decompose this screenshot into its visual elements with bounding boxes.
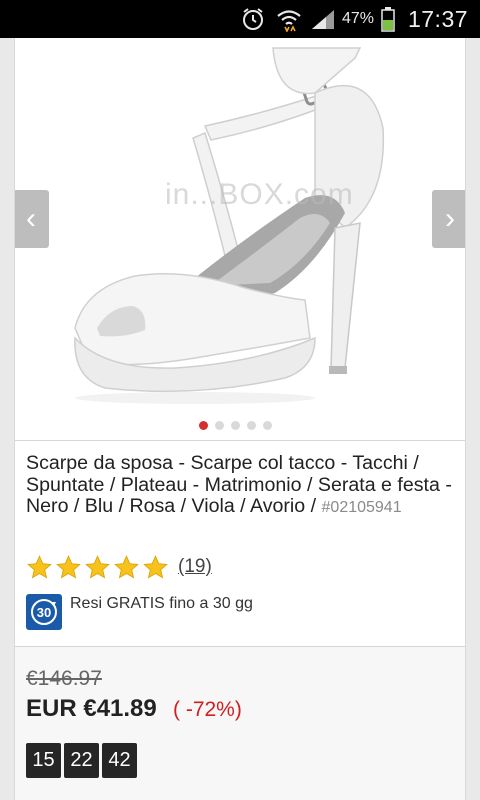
product-image-gallery[interactable]: in...BOX.com ‹ › bbox=[15, 38, 465, 438]
discount-percent: ( -72%) bbox=[173, 698, 242, 721]
wifi-icon bbox=[274, 0, 304, 38]
star-icon bbox=[56, 554, 81, 579]
next-image-button[interactable]: › bbox=[432, 190, 465, 248]
image-watermark: in...BOX.com bbox=[165, 178, 354, 211]
sale-price: EUR €41.89 bbox=[26, 695, 157, 722]
price-section: €146.97 EUR €41.89 ( -72%) 15 22 42 bbox=[15, 647, 465, 800]
countdown-seconds: 42 bbox=[102, 743, 137, 778]
star-icon bbox=[143, 554, 168, 579]
chevron-left-icon: ‹ bbox=[26, 202, 36, 235]
previous-image-button[interactable]: ‹ bbox=[15, 190, 49, 248]
product-title: Scarpe da sposa - Scarpe col tacco - Tac… bbox=[26, 452, 458, 519]
status-bar: 47% 17:37 bbox=[0, 0, 480, 38]
pagination-dot[interactable] bbox=[263, 421, 272, 430]
divider bbox=[15, 440, 465, 441]
battery-percent: 47% bbox=[341, 10, 375, 27]
star-icon bbox=[114, 554, 139, 579]
pagination-dot[interactable] bbox=[199, 421, 208, 430]
star-rating bbox=[26, 554, 169, 581]
signal-icon bbox=[308, 0, 338, 38]
pagination-dot[interactable] bbox=[231, 421, 240, 430]
pagination-dot[interactable] bbox=[215, 421, 224, 430]
battery-icon bbox=[378, 0, 398, 38]
returns-badge-text: 30 bbox=[37, 605, 51, 620]
returns-30-icon: 30 bbox=[26, 594, 62, 630]
product-image bbox=[74, 47, 385, 404]
product-sku: #02105941 bbox=[321, 499, 402, 516]
chevron-right-icon: › bbox=[445, 202, 455, 235]
countdown-minutes: 22 bbox=[64, 743, 99, 778]
original-price: €146.97 bbox=[26, 667, 102, 690]
product-card: in...BOX.com ‹ › Scarpe da sposa - Scarp… bbox=[14, 38, 466, 800]
countdown-timer: 15 22 42 bbox=[26, 743, 137, 778]
free-returns-info: 30 Resi GRATIS fino a 30 gg bbox=[26, 594, 270, 634]
returns-text: Resi GRATIS fino a 30 gg bbox=[70, 595, 253, 612]
star-icon bbox=[85, 554, 110, 579]
star-icon bbox=[27, 554, 52, 579]
product-rating[interactable]: (19) bbox=[26, 552, 212, 582]
clock: 17:37 bbox=[407, 5, 469, 32]
alarm-icon bbox=[238, 0, 268, 38]
review-count-link[interactable]: (19) bbox=[178, 556, 212, 578]
gallery-pagination bbox=[199, 421, 272, 431]
pagination-dot[interactable] bbox=[247, 421, 256, 430]
countdown-hours: 15 bbox=[26, 743, 61, 778]
